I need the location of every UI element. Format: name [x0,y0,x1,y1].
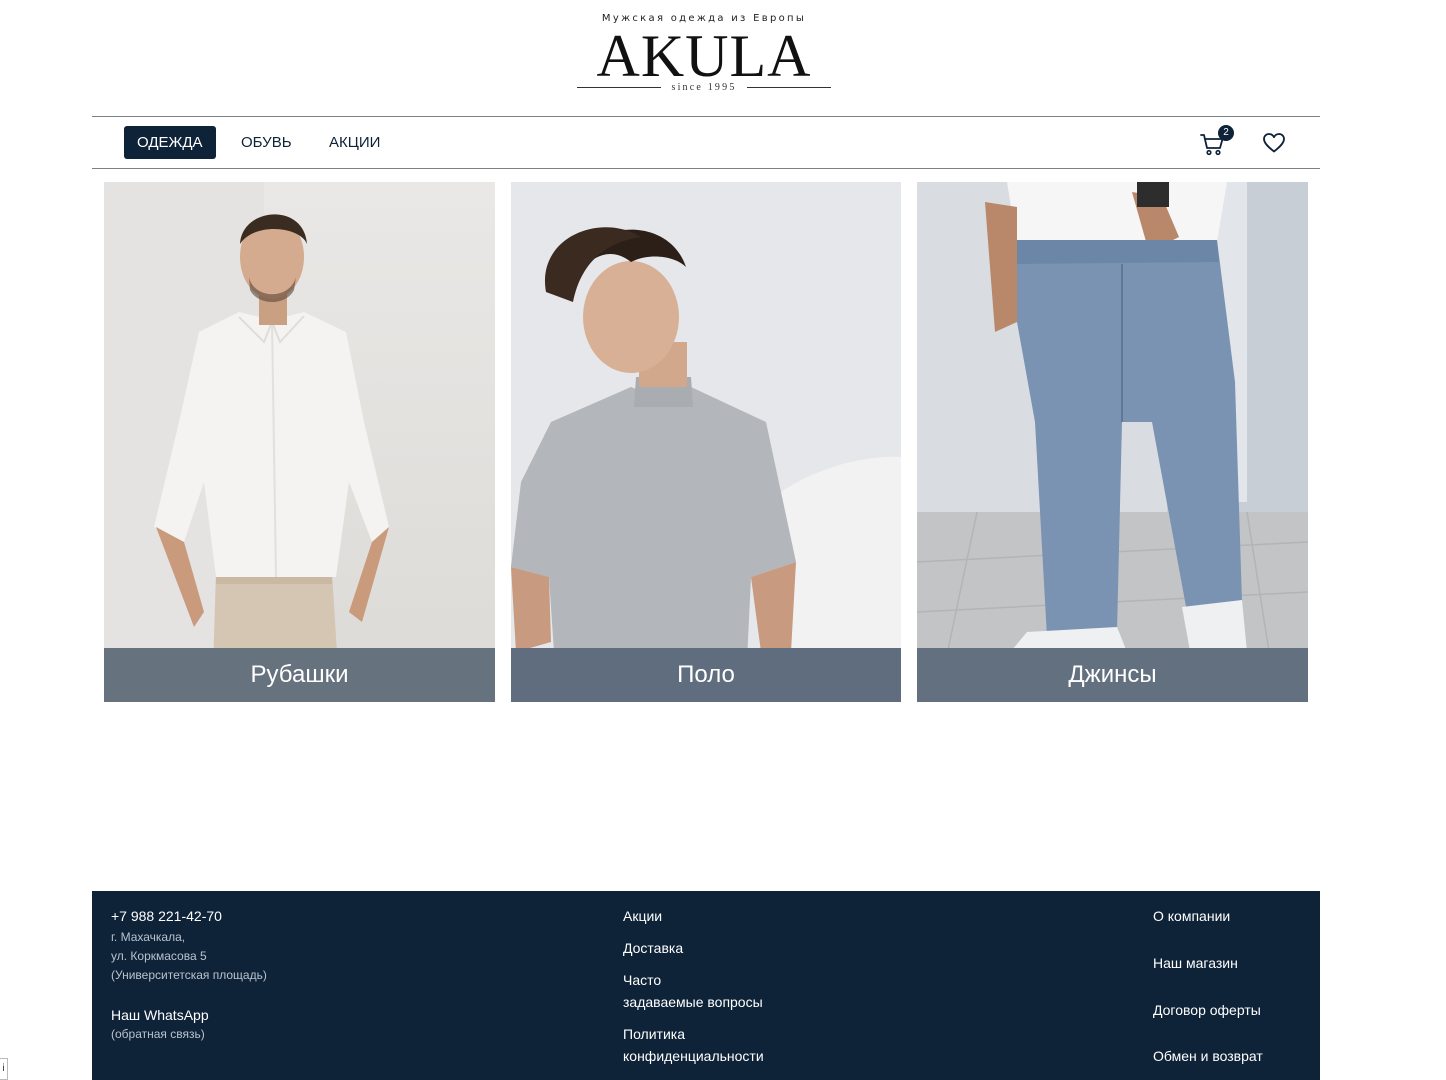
footer-address: г. Махачкала, ул. Коркмасова 5 (Универси… [111,928,267,985]
footer-whatsapp-link[interactable]: Наш WhatsApp [111,1007,209,1023]
category-card-shirts[interactable]: Рубашки [104,182,495,702]
favorites-button[interactable] [1261,130,1287,156]
jeans-photo [917,182,1308,702]
footer-whatsapp-note: (обратная связь) [111,1027,205,1041]
logo-divider-left [577,86,662,88]
cart-count-badge: 2 [1218,125,1234,141]
corner-widget-tab[interactable]: i [0,1058,8,1080]
footer-link-returns[interactable]: Обмен и возврат [1153,1045,1263,1067]
nav-item-clothing[interactable]: ОДЕЖДА [124,126,216,159]
footer-link-about[interactable]: О компании [1153,905,1230,927]
footer-link-sales[interactable]: Акции [623,905,662,927]
address-line: г. Махачкала, [111,930,186,944]
category-card-jeans[interactable]: Джинсы [917,182,1308,702]
category-label: Джинсы [917,648,1308,702]
category-card-polo[interactable]: Поло [511,182,901,702]
address-line: (Университетская площадь) [111,968,267,982]
footer-link-delivery[interactable]: Доставка [623,937,683,959]
address-line: ул. Коркмасова 5 [111,949,207,963]
faq-line: Часто [623,972,662,988]
brand-since: since 1995 [671,81,737,93]
footer-link-offer[interactable]: Договор оферты [1153,999,1261,1021]
nav-item-shoes[interactable]: ОБУВЬ [241,126,292,159]
footer-phone[interactable]: +7 988 221-42-70 [111,908,222,924]
shirts-photo [104,182,495,702]
footer-link-store[interactable]: Наш магазин [1153,952,1238,974]
polo-photo [511,182,901,702]
category-label: Рубашки [104,648,495,702]
footer-link-faq[interactable]: Часто задаваемые вопросы [623,969,763,1013]
privacy-line: Политика [623,1026,685,1042]
site-footer: +7 988 221-42-70 г. Махачкала, ул. Коркм… [92,891,1320,1080]
main-nav: ОДЕЖДА ОБУВЬ АКЦИИ 2 [92,116,1320,169]
cart-button[interactable]: 2 [1198,125,1234,159]
faq-line: задаваемые вопросы [623,994,763,1010]
site-header: Мужская одежда из Европы AKULA since 199… [0,0,1446,116]
logo-divider-right [746,86,832,88]
nav-item-sales[interactable]: АКЦИИ [329,126,380,159]
heart-icon [1263,133,1285,153]
privacy-line: конфиденциальности [623,1048,764,1064]
brand-logo[interactable]: AKULA [540,26,868,86]
brand-since-row: since 1995 [577,81,832,93]
footer-link-privacy[interactable]: Политика конфиденциальности [623,1023,764,1067]
category-label: Поло [511,648,901,702]
